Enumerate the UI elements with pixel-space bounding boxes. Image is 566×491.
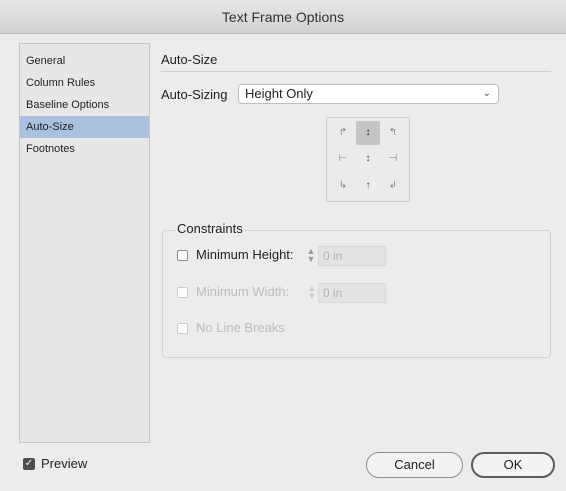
reference-point-grid: ↱ ↕ ↰ ⊢ ↕ ⊣ ↳ ↑ ↲ <box>326 117 410 202</box>
no-line-breaks-checkbox[interactable] <box>177 323 188 334</box>
chevron-down-icon: ⌄ <box>482 88 491 99</box>
ref-middle-left-icon[interactable]: ⊢ <box>331 147 355 171</box>
minimum-height-stepper-icon[interactable]: ▲ ▼ <box>306 247 316 265</box>
auto-sizing-label: Auto-Sizing <box>161 87 228 102</box>
preview-checkbox[interactable]: ✓ <box>23 458 35 470</box>
minimum-height-label: Minimum Height: <box>196 247 294 262</box>
minimum-width-field[interactable]: 0 in <box>318 283 386 303</box>
minimum-height-field[interactable]: 0 in <box>318 246 386 266</box>
ref-bottom-left-icon[interactable]: ↳ <box>331 174 355 198</box>
ref-top-left-icon[interactable]: ↱ <box>331 121 355 145</box>
ref-middle-right-icon[interactable]: ⊣ <box>381 147 405 171</box>
minimum-width-stepper-icon[interactable]: ▲ ▼ <box>307 284 317 302</box>
minimum-height-checkbox[interactable] <box>177 250 188 261</box>
section-divider <box>161 71 551 72</box>
ref-middle-center-icon[interactable]: ↕ <box>356 147 380 171</box>
window-title: Text Frame Options <box>221 9 345 25</box>
auto-sizing-value: Height Only <box>245 86 313 101</box>
section-title: Auto-Size <box>161 52 218 67</box>
sidebar-item-auto-size[interactable]: Auto-Size <box>20 116 149 138</box>
ref-top-right-icon[interactable]: ↰ <box>381 121 405 145</box>
no-line-breaks-label: No Line Breaks <box>196 320 285 335</box>
sidebar-item-footnotes[interactable]: Footnotes <box>20 138 149 160</box>
preview-label: Preview <box>41 456 88 471</box>
minimum-width-checkbox[interactable] <box>177 287 188 298</box>
ref-top-center-icon[interactable]: ↕ <box>356 121 380 145</box>
ref-bottom-right-icon[interactable]: ↲ <box>381 174 405 198</box>
cancel-button[interactable]: Cancel <box>366 452 463 478</box>
sidebar-item-baseline-options[interactable]: Baseline Options <box>20 94 149 116</box>
category-list: General Column Rules Baseline Options Au… <box>19 43 150 443</box>
title-bar: Text Frame Options <box>0 0 566 34</box>
sidebar-item-general[interactable]: General <box>20 50 149 72</box>
constraints-title: Constraints <box>175 221 245 236</box>
ref-bottom-center-icon[interactable]: ↑ <box>356 174 380 198</box>
ok-button[interactable]: OK <box>471 452 555 478</box>
minimum-width-label: Minimum Width: <box>196 284 290 299</box>
auto-sizing-select[interactable]: Height Only ⌄ <box>238 84 499 104</box>
sidebar-item-column-rules[interactable]: Column Rules <box>20 72 149 94</box>
